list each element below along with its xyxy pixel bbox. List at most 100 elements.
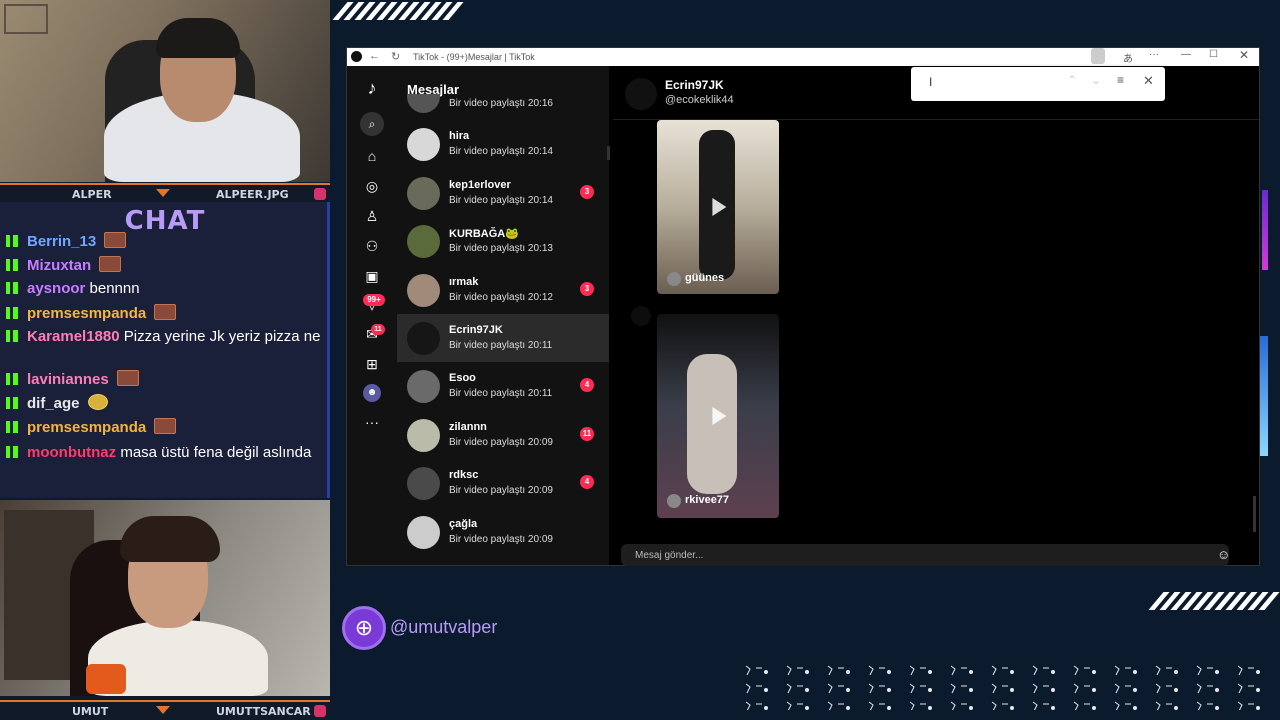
play-icon [712, 407, 727, 425]
dot-glyph [991, 701, 1008, 710]
conversation-item[interactable]: çağla Bir video paylaştı 20:09 [397, 508, 609, 556]
dot-glyph [1010, 670, 1014, 674]
chat-username[interactable]: premsesmpanda [27, 305, 146, 322]
following-icon[interactable]: ♙ [362, 206, 382, 226]
webcam-bottom-label: UMUT UMUTTSANCAR [0, 700, 330, 720]
extension-icon[interactable] [1091, 48, 1105, 64]
dot-glyph [1114, 665, 1131, 676]
conversation-item[interactable]: kep1erlover Bir video paylaştı 20:14 3 [397, 169, 609, 217]
chat-username[interactable]: Mizuxtan [27, 257, 91, 274]
microphone [86, 664, 126, 694]
dot-glyph [1010, 688, 1014, 692]
dot-glyph [1051, 706, 1055, 710]
chat-username[interactable]: Ecrin97JK [665, 78, 724, 92]
dot-glyph [909, 683, 926, 694]
chat-username[interactable]: laviniannes [27, 371, 109, 388]
dot-glyph [1237, 701, 1254, 710]
conversation-avatar [407, 467, 440, 501]
chat-message: Karamel1880 Pizza yerine Jk yeriz pizza … [6, 328, 324, 346]
chat-username[interactable]: moonbutnaz [27, 444, 116, 461]
chat-panel: CHAT Berrin_13 Mizuxtan aysnoor bennnn prem… [0, 202, 330, 498]
dots-pattern-decoration [745, 665, 1260, 710]
find-previous-icon[interactable]: ⌃ [1067, 73, 1077, 87]
chat-username[interactable]: Berrin_13 [27, 233, 96, 250]
conversation-item[interactable]: zilannn Bir video paylaştı 20:09 11 [397, 411, 609, 459]
emote-icon [104, 232, 127, 248]
translate-icon[interactable]: あ [1123, 50, 1133, 65]
scrollbar-thumb[interactable] [607, 146, 610, 160]
instagram-icon [314, 188, 326, 200]
find-close-icon[interactable]: ✕ [1143, 73, 1154, 89]
friends-icon[interactable]: ⚇ [362, 236, 382, 256]
search-icon[interactable]: ⌕ [360, 112, 384, 136]
conversation-preview: Bir video paylaştı 20:09 [449, 436, 553, 448]
chat-message: premsesmpanda [6, 304, 324, 323]
video-author-caption: güünes [685, 272, 725, 284]
unread-badge: 3 [580, 184, 594, 199]
dot-glyph [1073, 701, 1090, 710]
chat-message: Mizuxtan [6, 256, 324, 275]
message-input[interactable]: Mesaj gönder... ☺ [621, 544, 1230, 566]
conversation-preview: Bir video paylaştı 20:09 [449, 533, 553, 545]
conversation-name: zilannn [449, 420, 487, 433]
conversation-item[interactable]: KURBAĞA🐸 Bir video paylaştı 20:13 [397, 217, 609, 265]
live-icon[interactable]: ▣ [362, 266, 382, 286]
conversation-name: çağla [449, 517, 478, 530]
dot-glyph [950, 701, 967, 710]
conversation-avatar [407, 370, 440, 404]
shared-video-2[interactable]: rkivee77 [657, 314, 779, 518]
more-icon[interactable]: ··· [362, 412, 382, 432]
neon-light-decoration [1260, 336, 1268, 456]
conversation-name: Ecrin97JK [449, 324, 503, 336]
cam-name-left: UMUT [72, 704, 109, 718]
maximize-icon[interactable]: ☐ [1209, 49, 1218, 60]
shared-video-1[interactable]: güünes [657, 120, 779, 294]
dot-glyph [950, 683, 967, 694]
dot-glyph [1155, 665, 1172, 676]
dot-glyph [786, 665, 803, 676]
conversation-item[interactable]: Ecrin97JK Bir video paylaştı 20:11 [397, 314, 609, 362]
browser-titlebar: ← ↻ TikTok - (99+)Mesajlar | TikTok あ ··… [347, 48, 1259, 66]
dot-glyph [1196, 683, 1213, 694]
person-hair [120, 516, 220, 562]
conversation-item[interactable]: ırmak Bir video paylaştı 20:12 3 [397, 266, 609, 314]
emote-icon [99, 256, 122, 272]
chat-username[interactable]: dif_age [27, 395, 80, 412]
sender-avatar [631, 306, 651, 326]
more-menu-icon[interactable]: ··· [1149, 49, 1159, 60]
conversation-avatar [407, 322, 440, 355]
conversation-item[interactable]: Esoo Bir video paylaştı 20:11 4 [397, 362, 609, 410]
conversation-avatar [407, 94, 440, 113]
chat-handle[interactable]: @ecokeklik44 [665, 94, 734, 106]
conversation-item[interactable]: Bir video paylaştı 20:16 [397, 94, 609, 120]
kick-badge-icon [6, 307, 18, 319]
refresh-icon[interactable]: ↻ [391, 50, 400, 63]
chat-username[interactable]: premsesmpanda [27, 419, 146, 436]
kick-badge-icon [6, 282, 18, 294]
find-options-icon[interactable]: ≡ [1117, 73, 1124, 87]
conversation-item[interactable]: hira Bir video paylaştı 20:14 [397, 120, 609, 168]
back-arrow-icon[interactable]: ← [369, 50, 380, 62]
home-icon[interactable]: ⌂ [362, 146, 382, 166]
chat-avatar[interactable] [625, 78, 657, 110]
tiktok-logo-icon[interactable]: ♪ [362, 78, 382, 98]
chat-scrollbar-thumb[interactable] [1253, 496, 1256, 532]
chat-username[interactable]: Karamel1880 [27, 328, 120, 345]
minimize-icon[interactable]: — [1181, 49, 1191, 60]
find-next-icon[interactable]: ⌄ [1091, 73, 1101, 87]
profile-avatar-icon[interactable]: ☻ [363, 384, 381, 402]
conversation-item[interactable]: rdksc Bir video paylaştı 20:09 4 [397, 459, 609, 507]
play-icon [712, 198, 727, 216]
emoji-icon[interactable]: ☺ [1217, 547, 1230, 562]
unread-badge: 3 [580, 281, 594, 296]
unread-badge: 4 [580, 378, 594, 393]
chat-username[interactable]: aysnoor [27, 280, 85, 297]
close-window-icon[interactable]: ✕ [1239, 48, 1249, 62]
upload-icon[interactable]: ⊞ [362, 354, 382, 374]
explore-icon[interactable]: ◎ [362, 176, 382, 196]
dot-glyph [1092, 688, 1096, 692]
dot-glyph [1051, 670, 1055, 674]
conversation-list: Mesajlar Bir video paylaştı 20:16 hira Bir… [397, 66, 610, 565]
kick-badge-icon [6, 397, 18, 409]
conversation-preview: Bir video paylaştı 20:11 [449, 388, 553, 400]
